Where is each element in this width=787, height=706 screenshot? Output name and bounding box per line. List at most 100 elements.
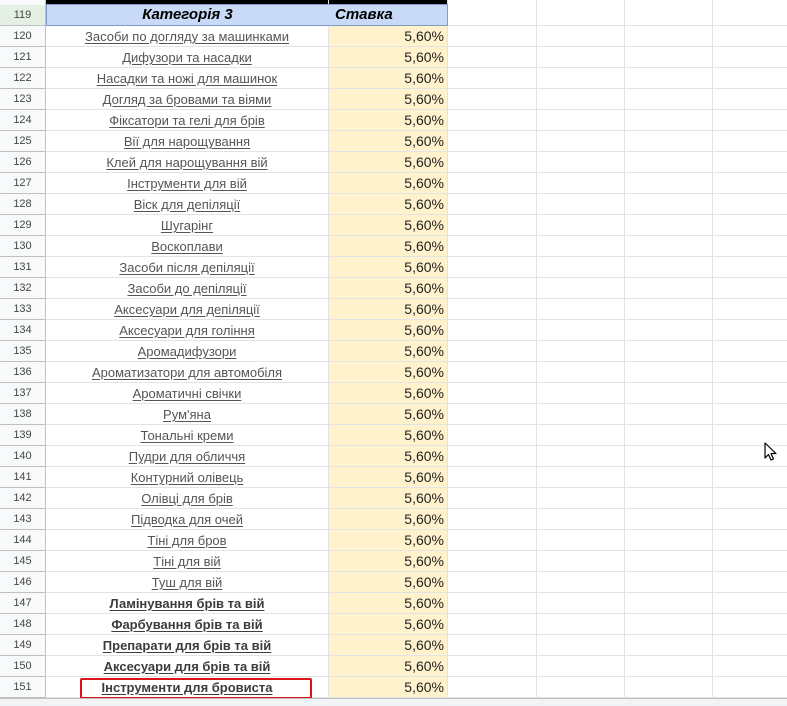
category-link-cell[interactable]: Воскоплави xyxy=(46,236,328,256)
rate-cell[interactable]: 5,60% xyxy=(329,656,447,676)
category-link-cell[interactable]: Аксесуари для брів та вій xyxy=(46,656,328,676)
rate-cell[interactable]: 5,60% xyxy=(329,404,447,424)
table-row[interactable]: 122 Насадки та ножі для машинок 5,60% xyxy=(0,68,787,89)
row-number[interactable]: 122 xyxy=(0,68,45,89)
rate-cell[interactable]: 5,60% xyxy=(329,635,447,655)
category-link-cell[interactable]: Засоби після депіляції xyxy=(46,257,328,277)
rate-cell[interactable]: 5,60% xyxy=(329,488,447,508)
row-number[interactable]: 143 xyxy=(0,509,45,530)
row-number[interactable]: 133 xyxy=(0,299,45,320)
rate-cell[interactable]: 5,60% xyxy=(329,110,447,130)
category-link-cell[interactable]: Тіні для вій xyxy=(46,551,328,571)
category-link-cell[interactable]: Інструменти для вій xyxy=(46,173,328,193)
row-number[interactable]: 138 xyxy=(0,404,45,425)
rate-cell[interactable]: 5,60% xyxy=(329,446,447,466)
category-link-cell[interactable]: Засоби до депіляції xyxy=(46,278,328,298)
table-row[interactable]: 121 Дифузори та насадки 5,60% xyxy=(0,47,787,68)
table-row[interactable]: 141 Контурний олівець 5,60% xyxy=(0,467,787,488)
category-link-cell[interactable]: Дифузори та насадки xyxy=(46,47,328,67)
category-link-cell[interactable]: Фарбування брів та вій xyxy=(46,614,328,634)
rate-cell[interactable]: 5,60% xyxy=(329,425,447,445)
row-number[interactable]: 126 xyxy=(0,152,45,173)
category-link-cell[interactable]: Засоби по догляду за машинками xyxy=(46,26,328,46)
rate-cell[interactable]: 5,60% xyxy=(329,362,447,382)
category-link-cell[interactable]: Туш для вій xyxy=(46,572,328,592)
row-number[interactable]: 141 xyxy=(0,467,45,488)
table-row[interactable]: 131 Засоби після депіляції 5,60% xyxy=(0,257,787,278)
rate-cell[interactable]: 5,60% xyxy=(329,299,447,319)
table-row[interactable]: 150 Аксесуари для брів та вій 5,60% xyxy=(0,656,787,677)
rate-cell[interactable]: 5,60% xyxy=(329,68,447,88)
category-link-cell[interactable]: Олівці для брів xyxy=(46,488,328,508)
category-link-cell[interactable]: Вії для нарощування xyxy=(46,131,328,151)
row-number[interactable]: 130 xyxy=(0,236,45,257)
category-link-cell[interactable]: Тіні для бров xyxy=(46,530,328,550)
category-link-cell[interactable]: Препарати для брів та вій xyxy=(46,635,328,655)
category-link-cell[interactable]: Фіксатори та гелі для брів xyxy=(46,110,328,130)
rate-cell[interactable]: 5,60% xyxy=(329,236,447,256)
row-number[interactable]: 140 xyxy=(0,446,45,467)
category-link-cell[interactable]: Контурний олівець xyxy=(46,467,328,487)
row-number[interactable]: 135 xyxy=(0,341,45,362)
rate-cell[interactable]: 5,60% xyxy=(329,278,447,298)
rate-cell[interactable]: 5,60% xyxy=(329,572,447,592)
table-row[interactable]: 136 Ароматизатори для автомобіля 5,60% xyxy=(0,362,787,383)
category-link-cell[interactable]: Ароматизатори для автомобіля xyxy=(46,362,328,382)
rate-cell[interactable]: 5,60% xyxy=(329,509,447,529)
row-number[interactable]: 127 xyxy=(0,173,45,194)
rate-cell[interactable]: 5,60% xyxy=(329,215,447,235)
rate-cell[interactable]: 5,60% xyxy=(329,131,447,151)
rate-cell[interactable]: 5,60% xyxy=(329,194,447,214)
rate-cell[interactable]: 5,60% xyxy=(329,152,447,172)
category-link-cell[interactable]: Ламінування брів та вій xyxy=(46,593,328,613)
rate-cell[interactable]: 5,60% xyxy=(329,551,447,571)
category-link-cell[interactable]: Шугарінг xyxy=(46,215,328,235)
category-link-cell[interactable]: Догляд за бровами та віями xyxy=(46,89,328,109)
row-number[interactable]: 132 xyxy=(0,278,45,299)
category-link-cell[interactable]: Підводка для очей xyxy=(46,509,328,529)
table-row[interactable]: 129 Шугарінг 5,60% xyxy=(0,215,787,236)
category-link-cell[interactable]: Насадки та ножі для машинок xyxy=(46,68,328,88)
table-row[interactable]: 144 Тіні для бров 5,60% xyxy=(0,530,787,551)
table-row[interactable]: 140 Пудри для обличчя 5,60% xyxy=(0,446,787,467)
row-number[interactable]: 148 xyxy=(0,614,45,635)
row-number[interactable]: 151 xyxy=(0,677,45,698)
table-row[interactable]: 133 Аксесуари для депіляції 5,60% xyxy=(0,299,787,320)
row-number[interactable]: 150 xyxy=(0,656,45,677)
rate-cell[interactable]: 5,60% xyxy=(329,593,447,613)
table-row[interactable]: 132 Засоби до депіляції 5,60% xyxy=(0,278,787,299)
row-number[interactable]: 144 xyxy=(0,530,45,551)
spreadsheet-grid[interactable]: 119 Категорія 3 Ставка 120 Засоби по догл… xyxy=(0,0,787,706)
row-number[interactable]: 146 xyxy=(0,572,45,593)
row-number[interactable]: 128 xyxy=(0,194,45,215)
row-number[interactable]: 124 xyxy=(0,110,45,131)
table-row[interactable]: 139 Тональні креми 5,60% xyxy=(0,425,787,446)
rate-cell[interactable]: 5,60% xyxy=(329,257,447,277)
table-row[interactable]: 138 Рум'яна 5,60% xyxy=(0,404,787,425)
table-row[interactable]: 149 Препарати для брів та вій 5,60% xyxy=(0,635,787,656)
row-number[interactable]: 131 xyxy=(0,257,45,278)
row-number[interactable]: 129 xyxy=(0,215,45,236)
table-row[interactable]: 126 Клей для нарощування вій 5,60% xyxy=(0,152,787,173)
table-row[interactable]: 142 Олівці для брів 5,60% xyxy=(0,488,787,509)
table-row[interactable]: 146 Туш для вій 5,60% xyxy=(0,572,787,593)
row-number[interactable]: 121 xyxy=(0,47,45,68)
category-link-cell[interactable]: Рум'яна xyxy=(46,404,328,424)
category-link-cell[interactable]: Аксесуари для гоління xyxy=(46,320,328,340)
row-number[interactable]: 147 xyxy=(0,593,45,614)
row-number[interactable]: 125 xyxy=(0,131,45,152)
table-row[interactable]: 130 Воскоплави 5,60% xyxy=(0,236,787,257)
rate-cell[interactable]: 5,60% xyxy=(329,26,447,46)
rate-cell[interactable]: 5,60% xyxy=(329,47,447,67)
table-row[interactable]: 143 Підводка для очей 5,60% xyxy=(0,509,787,530)
table-row[interactable]: 124 Фіксатори та гелі для брів 5,60% xyxy=(0,110,787,131)
table-row[interactable]: 135 Аромадифузори 5,60% xyxy=(0,341,787,362)
table-row[interactable]: 120 Засоби по догляду за машинками 5,60% xyxy=(0,26,787,47)
table-row[interactable]: 134 Аксесуари для гоління 5,60% xyxy=(0,320,787,341)
category-link-cell[interactable]: Клей для нарощування вій xyxy=(46,152,328,172)
row-number[interactable]: 136 xyxy=(0,362,45,383)
table-row[interactable]: 145 Тіні для вій 5,60% xyxy=(0,551,787,572)
rate-cell[interactable]: 5,60% xyxy=(329,341,447,361)
rate-cell[interactable]: 5,60% xyxy=(329,383,447,403)
row-number[interactable]: 120 xyxy=(0,26,45,47)
